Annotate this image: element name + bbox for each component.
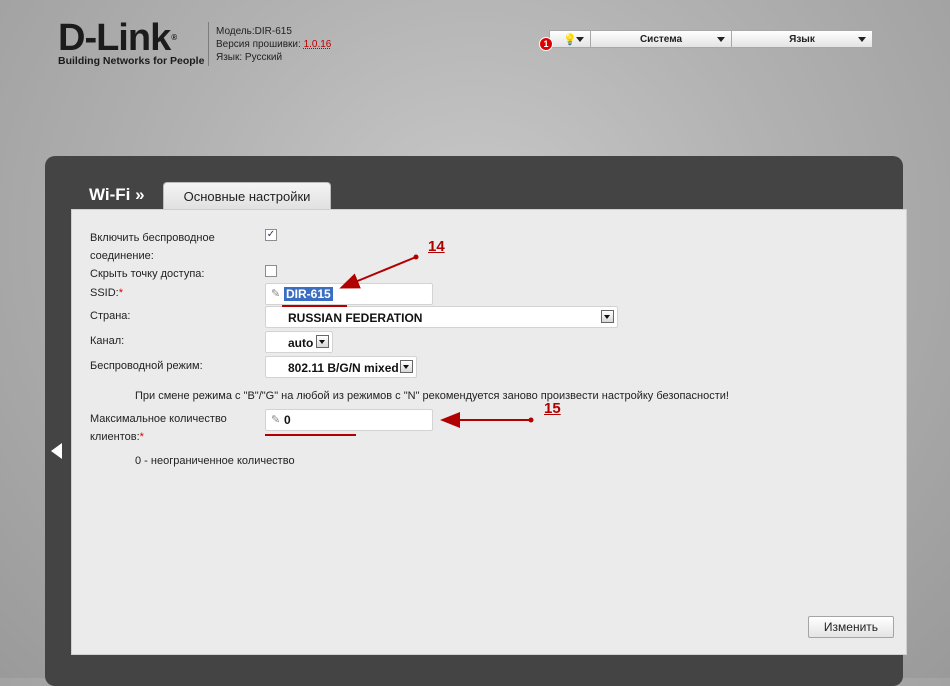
system-menu[interactable]: Система (591, 30, 732, 48)
logo-wordmark: D-Link® (58, 17, 177, 59)
notifications-button[interactable]: 💡 (549, 30, 591, 48)
tab-basic-settings[interactable]: Основные настройки (163, 182, 331, 210)
logo-tagline: Building Networks for People (58, 55, 205, 67)
max-clients-input[interactable]: ✎ 0 (265, 409, 433, 431)
annotation-14: 14 (428, 238, 445, 255)
dropdown-arrow-icon[interactable] (601, 310, 614, 323)
ssid-value: DIR-615 (284, 287, 333, 301)
back-arrow-icon[interactable] (51, 443, 62, 459)
country-label: Страна: (90, 310, 131, 322)
chevron-down-icon (576, 37, 584, 42)
lightbulb-icon: 💡 (563, 34, 577, 46)
pencil-icon: ✎ (271, 414, 281, 426)
ssid-input[interactable]: ✎ DIR-615 (265, 283, 433, 305)
ssid-label: SSID:* (90, 287, 124, 299)
chevron-down-icon (717, 37, 725, 42)
enable-wireless-label: Включить беспроводное соединение: (90, 232, 215, 262)
dropdown-arrow-icon[interactable] (400, 360, 413, 373)
mode-change-note: При смене режима с "B"/"G" на любой из р… (135, 390, 729, 402)
wireless-mode-select[interactable]: 802.11 B/G/N mixed (265, 356, 417, 378)
hide-ap-checkbox[interactable] (265, 265, 277, 277)
notification-badge[interactable]: 1 (539, 37, 553, 51)
hide-ap-label: Скрыть точку доступа: (90, 268, 205, 280)
top-toolbar: 💡 Система Язык (549, 30, 873, 48)
header-divider (208, 22, 209, 66)
country-value: RUSSIAN FEDERATION (288, 311, 423, 325)
max-clients-label: Максимальное количество клиентов:* (90, 413, 227, 443)
channel-value: auto (288, 336, 314, 350)
max-clients-note: 0 - неограниченное количество (135, 455, 295, 467)
pencil-icon: ✎ (271, 288, 281, 300)
device-info: Модель:DIR-615 Версия прошивки: 1.0.16 Я… (216, 25, 331, 64)
chevron-down-icon (858, 37, 866, 42)
max-clients-value: 0 (284, 413, 291, 427)
firmware-row: Версия прошивки: 1.0.16 (216, 38, 331, 51)
language-info: Язык: Русский (216, 52, 283, 63)
section-title[interactable]: Wi-Fi » (89, 185, 145, 205)
system-menu-label: Система (639, 33, 683, 45)
channel-select[interactable]: auto (265, 331, 333, 353)
dropdown-arrow-icon[interactable] (316, 335, 329, 348)
firmware-version-link[interactable]: 1.0.16 (304, 39, 332, 50)
firmware-label: Версия прошивки: (216, 39, 304, 50)
annotation-15: 15 (544, 400, 561, 417)
channel-label: Канал: (90, 335, 125, 347)
language-menu-label: Язык (789, 33, 815, 45)
language-menu[interactable]: Язык (732, 30, 873, 48)
country-select[interactable]: RUSSIAN FEDERATION (265, 306, 618, 328)
dlink-logo: D-Link® Building Networks for People (58, 17, 205, 67)
enable-wireless-checkbox[interactable]: ✓ (265, 229, 277, 241)
model-text: Модель:DIR-615 (216, 26, 292, 37)
wireless-mode-value: 802.11 B/G/N mixed (288, 361, 399, 375)
wireless-mode-label: Беспроводной режим: (90, 360, 203, 372)
change-button[interactable]: Изменить (808, 616, 894, 638)
